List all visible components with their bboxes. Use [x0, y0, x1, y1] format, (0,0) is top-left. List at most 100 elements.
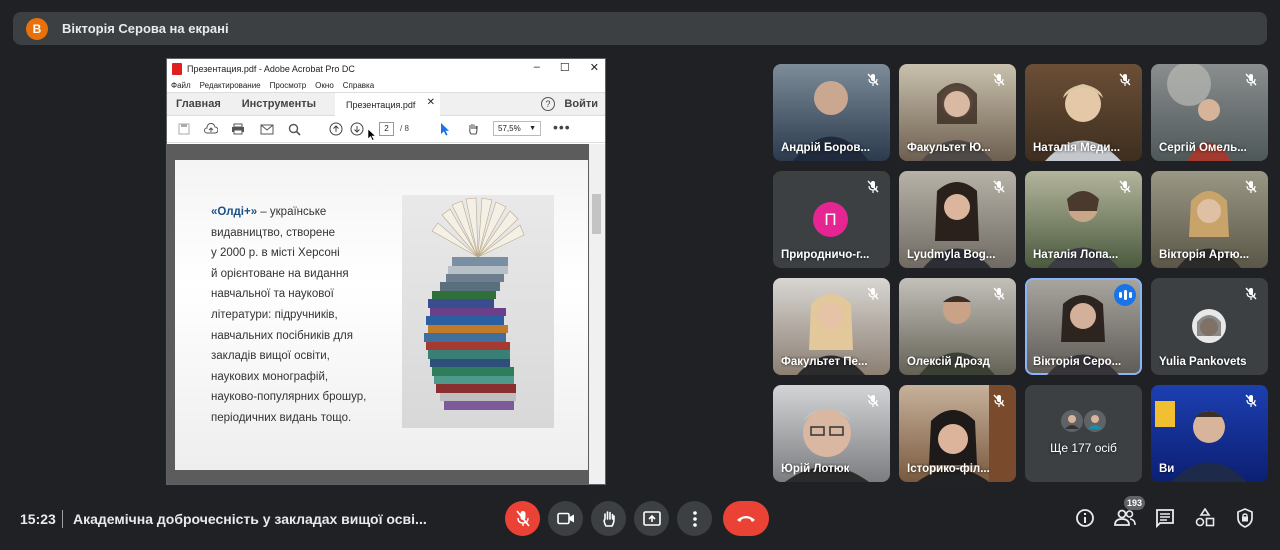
cloud-upload-icon[interactable] [203, 122, 218, 136]
slide-line: – українське [257, 206, 327, 218]
hand-tool-icon[interactable] [465, 122, 480, 136]
mic-off-icon [1243, 72, 1259, 88]
clock: 15:23 [20, 511, 56, 527]
participant-tile[interactable]: Сергій Омель... [1151, 64, 1268, 161]
more-participants-tile[interactable]: Ще 177 осіб [1025, 385, 1142, 482]
participant-name: Наталія Лопа... [1033, 249, 1119, 261]
people-icon[interactable] [1114, 507, 1136, 529]
menu-file[interactable]: Файл [171, 81, 191, 90]
participant-name: Вікторія Серо... [1033, 356, 1122, 368]
participant-tile-active-speaker[interactable]: Вікторія Серо... [1025, 278, 1142, 375]
slide-line: періодичних видань тощо. [211, 411, 352, 424]
participant-tile[interactable]: Олексій Дрозд [899, 278, 1016, 375]
slide-line: науково-популярних брошур, [211, 391, 367, 404]
zoom-select[interactable]: 57,5% ▼ [493, 121, 541, 136]
present-screen-button[interactable] [634, 501, 669, 536]
hand-icon [602, 510, 615, 527]
acrobat-menubar: Файл Редактирование Просмотр Окно Справк… [167, 78, 605, 92]
acrobat-tabs: Главная Инструменты Презентация.pdf ✕ ? … [167, 92, 605, 116]
document-area: «Олді+» – українське видавництво, створе… [167, 144, 605, 484]
participant-name: Олексій Дрозд [907, 356, 990, 368]
acrobat-toolbar: 2 / 8 57,5% ▼ ••• [167, 116, 605, 143]
menu-window[interactable]: Окно [315, 81, 334, 90]
participant-name: Наталія Меди... [1033, 142, 1121, 154]
participant-tile[interactable]: П Природничо-г... [773, 171, 890, 268]
participant-tile[interactable]: Юрій Лотюк [773, 385, 890, 482]
mic-toggle-button[interactable] [505, 501, 540, 536]
slide-line: наукових монографій, [211, 370, 329, 383]
host-controls-icon[interactable] [1234, 507, 1256, 529]
chat-icon[interactable] [1154, 507, 1176, 529]
mic-off-icon [515, 510, 530, 526]
menu-help[interactable]: Справка [343, 81, 374, 90]
save-icon[interactable] [176, 122, 191, 136]
page-number-input[interactable]: 2 [379, 122, 394, 136]
mic-off-icon [865, 393, 881, 409]
participant-name: Історико-філ... [907, 463, 990, 475]
meeting-info-icon[interactable] [1074, 507, 1096, 529]
mic-off-icon [1243, 286, 1259, 302]
menu-edit[interactable]: Редактирование [200, 81, 261, 90]
participant-tile[interactable]: Наталія Лопа... [1025, 171, 1142, 268]
minimize-icon[interactable]: – [534, 61, 540, 74]
participant-tile[interactable]: Наталія Меди... [1025, 64, 1142, 161]
mic-off-icon [865, 286, 881, 302]
participant-name: Вікторія Артю... [1159, 249, 1250, 261]
pdf-file-icon [172, 62, 182, 75]
participant-name: Андрій Боров... [781, 142, 871, 154]
tab-close-icon[interactable]: ✕ [427, 97, 435, 108]
meeting-title: Академічна доброчесність у закладах вищо… [73, 511, 427, 527]
participant-name: Факультет Ю... [907, 142, 991, 154]
book-stack-image [402, 195, 554, 428]
mic-off-icon [865, 72, 881, 88]
email-icon[interactable] [259, 122, 274, 136]
help-icon[interactable]: ? [541, 97, 555, 111]
mic-off-icon [991, 72, 1007, 88]
activities-icon[interactable] [1194, 507, 1216, 529]
page-down-icon[interactable] [349, 122, 364, 136]
mic-off-icon [865, 179, 881, 195]
close-icon[interactable]: ✕ [590, 61, 599, 74]
self-view-tile[interactable]: Ви [1151, 385, 1268, 482]
slide-line: літератури: підручників, [211, 308, 338, 321]
mic-off-icon [991, 179, 1007, 195]
slide-line: видавництво, створене [211, 226, 336, 239]
chevron-down-icon: ▼ [529, 125, 536, 132]
more-tools-icon[interactable]: ••• [553, 119, 571, 135]
acrobat-window-title: Презентация.pdf - Adobe Acrobat Pro DC [187, 63, 355, 74]
participant-tile[interactable]: Lyudmyla Bog... [899, 171, 1016, 268]
print-icon[interactable] [230, 122, 245, 136]
tab-home[interactable]: Главная [176, 98, 221, 110]
participant-tile[interactable]: Факультет Ю... [899, 64, 1016, 161]
menu-view[interactable]: Просмотр [270, 81, 307, 90]
scrollbar-thumb[interactable] [592, 194, 601, 234]
tab-file[interactable]: Презентация.pdf ✕ [335, 93, 440, 116]
slide-line: навчальної та наукової [211, 288, 334, 301]
participant-tile[interactable]: Факультет Пе... [773, 278, 890, 375]
mic-off-icon [1117, 179, 1133, 195]
participant-name: Lyudmyla Bog... [907, 249, 996, 261]
camera-toggle-button[interactable] [548, 501, 583, 536]
participant-name: Yulia Pankovets [1159, 356, 1247, 368]
participant-tile[interactable]: Yulia Pankovets [1151, 278, 1268, 375]
mic-off-icon [1117, 72, 1133, 88]
select-cursor-icon[interactable] [437, 122, 452, 136]
participant-tile[interactable]: Вікторія Артю... [1151, 171, 1268, 268]
participant-tile[interactable]: Історико-філ... [899, 385, 1016, 482]
maximize-icon[interactable]: ☐ [560, 61, 570, 74]
acrobat-titlebar: Презентация.pdf - Adobe Acrobat Pro DC –… [167, 59, 605, 78]
raise-hand-button[interactable] [591, 501, 626, 536]
camera-icon [556, 512, 574, 525]
participant-tile[interactable]: Андрій Боров... [773, 64, 890, 161]
login-button[interactable]: Войти [564, 98, 598, 110]
more-options-button[interactable] [677, 501, 712, 536]
participant-name: Факультет Пе... [781, 356, 868, 368]
mouse-cursor-icon [364, 128, 379, 142]
search-icon[interactable] [287, 122, 302, 136]
vertical-scrollbar[interactable] [589, 144, 605, 484]
tab-tools[interactable]: Инструменты [242, 98, 316, 110]
page-up-icon[interactable] [328, 122, 343, 136]
leave-call-button[interactable] [723, 501, 769, 536]
present-icon [642, 511, 661, 526]
pdf-slide: «Олді+» – українське видавництво, створе… [175, 160, 588, 470]
